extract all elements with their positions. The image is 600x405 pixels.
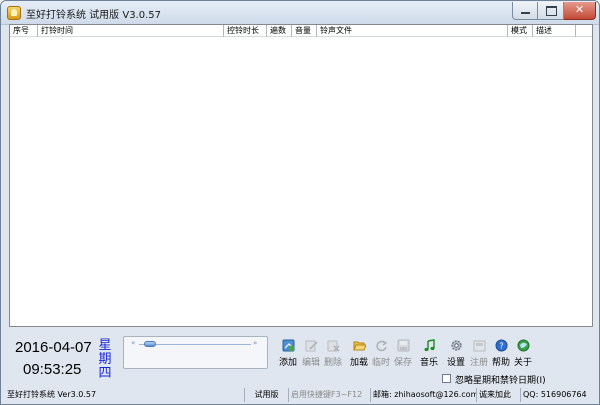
- column-header-sound-file[interactable]: 铃声文件: [317, 25, 508, 37]
- status-email: 邮箱: zhihaosoft@126.com: [371, 388, 477, 402]
- column-header-mode[interactable]: 模式: [508, 25, 533, 37]
- weekday-label: 星 期 四: [97, 339, 113, 381]
- main-window: 至好打铃系统 试用版 V3.0.57 ✕ 序号 打铃时间 控铃时长 遍数 音量 …: [0, 0, 600, 405]
- column-header-volume[interactable]: 音量: [292, 25, 317, 37]
- ignore-checkbox[interactable]: [442, 374, 451, 383]
- bell-app-icon: [7, 6, 21, 20]
- settings-button[interactable]: 设置: [445, 339, 467, 369]
- column-header-description[interactable]: 描述: [533, 25, 576, 37]
- add-icon: [282, 339, 295, 352]
- status-hotkey: 启用快捷键F3~F12: [289, 388, 371, 402]
- delete-icon: [327, 340, 340, 352]
- current-date: 2016-04-07: [15, 339, 92, 356]
- gear-icon: [451, 340, 462, 351]
- add-button[interactable]: 添加: [277, 339, 299, 369]
- folder-open-icon: [353, 341, 366, 351]
- status-app-version: 至好打铃系统 Ver3.0.57: [5, 388, 245, 402]
- list-body[interactable]: [10, 37, 592, 326]
- minimize-button[interactable]: [512, 2, 538, 20]
- rewind-icon[interactable]: «: [131, 339, 135, 347]
- progress-thumb[interactable]: [144, 341, 156, 347]
- audio-player: « »: [123, 336, 268, 369]
- save-button[interactable]: 保存: [392, 339, 414, 369]
- weekday-char: 四: [98, 366, 112, 381]
- column-header-index[interactable]: 序号: [10, 25, 38, 37]
- status-bar: 至好打铃系统 Ver3.0.57 试用版 启用快捷键F3~F12 邮箱: zhi…: [5, 388, 597, 402]
- status-qq: QQ: 516906764: [523, 390, 587, 399]
- music-label: 音乐: [419, 358, 438, 368]
- window-title: 至好打铃系统 试用版 V3.0.57: [26, 10, 162, 21]
- title-bar[interactable]: 至好打铃系统 试用版 V3.0.57 ✕: [1, 1, 599, 25]
- save-label: 保存: [393, 358, 412, 368]
- register-icon: [473, 340, 486, 352]
- close-button[interactable]: ✕: [564, 2, 596, 20]
- weekday-char: 星: [98, 338, 112, 353]
- current-time: 09:53:25: [23, 361, 82, 378]
- status-join: 诚来加此: [477, 388, 521, 402]
- music-note-icon: [424, 339, 435, 352]
- about-icon: [517, 339, 530, 352]
- edit-icon: [305, 340, 318, 352]
- music-button[interactable]: 音乐: [418, 339, 440, 369]
- status-edition: 试用版: [245, 388, 289, 402]
- schedule-list[interactable]: 序号 打铃时间 控铃时长 遍数 音量 铃声文件 模式 描述: [9, 24, 593, 327]
- help-icon: ?: [495, 339, 508, 352]
- column-header-ring-time[interactable]: 打铃时间: [38, 25, 224, 37]
- about-label: 关于: [513, 358, 532, 368]
- list-header: 序号 打铃时间 控铃时长 遍数 音量 铃声文件 模式 描述: [10, 25, 592, 37]
- ignore-checkbox-label: 忽略星期和禁铃日期(I): [455, 376, 546, 386]
- column-header-repeat[interactable]: 遍数: [267, 25, 292, 37]
- refresh-icon: [376, 340, 388, 352]
- column-header-duration[interactable]: 控铃时长: [224, 25, 267, 37]
- weekday-char: 期: [98, 352, 112, 367]
- svg-text:?: ?: [499, 342, 503, 351]
- maximize-button[interactable]: [538, 2, 564, 20]
- delete-button[interactable]: 删除: [322, 339, 344, 369]
- delete-label: 删除: [323, 358, 342, 368]
- about-button[interactable]: 关于: [512, 339, 534, 369]
- save-icon: [397, 339, 410, 352]
- forward-icon[interactable]: »: [253, 339, 257, 347]
